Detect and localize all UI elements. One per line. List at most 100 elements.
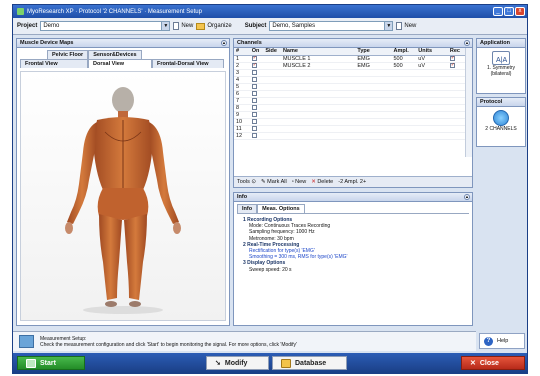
channel-side[interactable] (263, 69, 281, 77)
channel-type[interactable] (355, 97, 392, 105)
protocol-item[interactable]: 2 CHANNELS (477, 107, 525, 132)
channel-row[interactable]: 2 MUSCLE 2EMG500uV (234, 62, 466, 70)
channel-row[interactable]: 4 (234, 76, 466, 84)
channel-units[interactable] (416, 111, 448, 119)
channel-type[interactable] (355, 69, 392, 77)
channel-type[interactable] (355, 76, 392, 84)
help-button[interactable]: ? Help (479, 333, 525, 349)
channels-scrollbar[interactable] (465, 48, 472, 157)
channel-side[interactable] (263, 104, 281, 112)
new-project-button[interactable]: New (173, 22, 193, 30)
channel-on-checkbox[interactable] (251, 62, 257, 68)
channel-type[interactable] (355, 104, 392, 112)
collapse-icon[interactable]: ▲ (464, 40, 470, 46)
new-channel-button[interactable]: ▫ New (292, 179, 307, 185)
channel-side[interactable] (263, 55, 281, 63)
channel-ampl[interactable] (391, 97, 417, 105)
database-button[interactable]: Database (272, 356, 347, 370)
close-button[interactable]: ✕ Close (461, 356, 525, 370)
channel-ampl[interactable] (391, 69, 417, 77)
channel-name[interactable] (280, 111, 356, 119)
channel-row[interactable]: 8 (234, 104, 466, 112)
channel-ampl[interactable] (391, 111, 417, 119)
channel-row[interactable]: 3 (234, 69, 466, 77)
tab-pelvic-floor[interactable]: Pelvic Floor (47, 50, 89, 59)
channel-type[interactable] (355, 118, 392, 126)
channel-row[interactable]: 6 (234, 90, 466, 98)
channel-type[interactable]: EMG (355, 55, 392, 63)
channel-on-checkbox[interactable] (251, 104, 257, 110)
channel-name[interactable]: MUSCLE 2 (280, 62, 356, 70)
col-units[interactable]: Units (416, 48, 448, 56)
channel-ampl[interactable] (391, 104, 417, 112)
channel-row[interactable]: 5 (234, 83, 466, 91)
channel-units[interactable]: uV (416, 62, 448, 70)
channel-name[interactable] (280, 90, 356, 98)
channel-ampl[interactable] (391, 76, 417, 84)
col-ampl[interactable]: Ampl. (391, 48, 417, 56)
tab-frontal-view[interactable]: Frontal View (20, 59, 88, 68)
channel-side[interactable] (263, 118, 281, 126)
channel-row[interactable]: 1 MUSCLE 1EMG500uV (234, 55, 466, 63)
start-button[interactable]: Start (17, 356, 85, 370)
col-type[interactable]: Type (355, 48, 392, 56)
channel-row[interactable]: 7 (234, 97, 466, 105)
organize-button[interactable]: Organize (196, 22, 232, 30)
channel-units[interactable] (416, 125, 448, 133)
channel-units[interactable] (416, 132, 448, 140)
channel-on-checkbox[interactable] (251, 55, 257, 61)
maximize-button[interactable]: □ (504, 7, 514, 16)
tab-frontal-dorsal-view[interactable]: Frontal-Dorsal View (152, 59, 224, 68)
channel-type[interactable] (355, 132, 392, 140)
channel-on-checkbox[interactable] (251, 83, 257, 89)
channel-side[interactable] (263, 125, 281, 133)
channel-row[interactable]: 12 (234, 132, 466, 140)
channel-on-checkbox[interactable] (251, 125, 257, 131)
channel-type[interactable]: EMG (355, 62, 392, 70)
channel-ampl[interactable] (391, 118, 417, 126)
channel-side[interactable] (263, 97, 281, 105)
channel-ampl[interactable] (391, 83, 417, 91)
mark-all-button[interactable]: ✎ Mark All (261, 179, 287, 185)
channel-units[interactable] (416, 118, 448, 126)
channel-on-checkbox[interactable] (251, 90, 257, 96)
delete-channel-button[interactable]: ✕ Delete (311, 179, 333, 185)
application-item[interactable]: A|A 1. Symmetry (bilateral) (477, 48, 525, 77)
channel-name[interactable] (280, 132, 356, 140)
close-window-button[interactable]: x (515, 7, 525, 16)
channel-name[interactable] (280, 104, 356, 112)
tools-button[interactable]: Tools ⊙ (237, 179, 256, 185)
channel-name[interactable] (280, 76, 356, 84)
channel-units[interactable] (416, 69, 448, 77)
channel-units[interactable] (416, 76, 448, 84)
channel-side[interactable] (263, 132, 281, 140)
channel-side[interactable] (263, 90, 281, 98)
channel-on-checkbox[interactable] (251, 97, 257, 103)
channel-on-checkbox[interactable] (251, 111, 257, 117)
channel-units[interactable] (416, 104, 448, 112)
collapse-icon[interactable]: ▲ (464, 194, 470, 200)
channel-ampl[interactable] (391, 132, 417, 140)
channel-name[interactable] (280, 83, 356, 91)
channel-units[interactable] (416, 90, 448, 98)
channel-row[interactable]: 11 (234, 125, 466, 133)
channel-side[interactable] (263, 83, 281, 91)
channel-units[interactable]: uV (416, 55, 448, 63)
channel-ampl[interactable] (391, 90, 417, 98)
minimize-button[interactable]: _ (493, 7, 503, 16)
channel-units[interactable] (416, 97, 448, 105)
muscle-map-canvas[interactable] (20, 71, 226, 321)
channel-rec-checkbox[interactable] (449, 55, 455, 61)
col-num[interactable]: # (234, 48, 250, 56)
channel-row[interactable]: 10 (234, 118, 466, 126)
channel-type[interactable] (355, 83, 392, 91)
col-side[interactable]: Side (263, 48, 281, 56)
collapse-icon[interactable]: ▲ (221, 40, 227, 46)
col-name[interactable]: Name (280, 48, 356, 56)
channel-type[interactable] (355, 90, 392, 98)
channel-type[interactable] (355, 125, 392, 133)
tab-info[interactable]: Info (237, 204, 258, 213)
body-muscle-figure[interactable] (21, 72, 225, 320)
channel-name[interactable]: MUSCLE 1 (280, 55, 356, 63)
channel-ampl[interactable]: 500 (391, 62, 417, 70)
